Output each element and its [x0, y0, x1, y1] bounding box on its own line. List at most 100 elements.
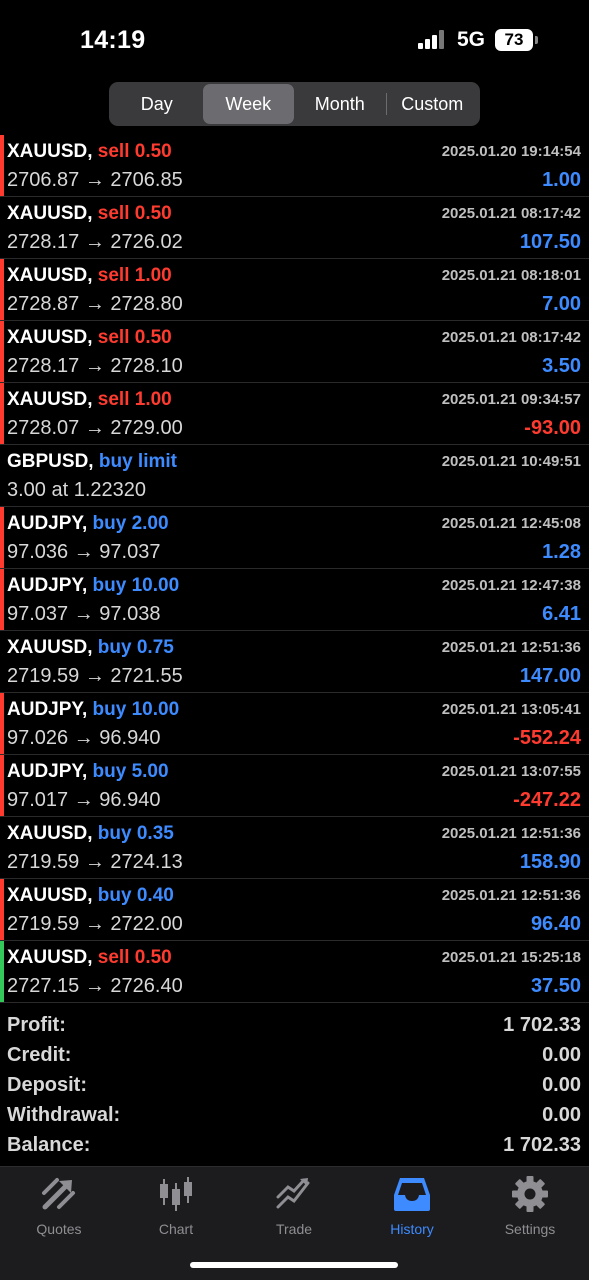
summary-value: 0.00: [542, 1074, 581, 1096]
deal-symbol: XAUUSD,: [7, 637, 93, 658]
deal-row[interactable]: XAUUSD, sell 0.50 2728.17 → 2726.02 2025.0…: [0, 197, 589, 259]
deal-status-bar: [0, 259, 4, 320]
deal-symbol: XAUUSD,: [7, 389, 93, 410]
battery-icon: 73: [495, 29, 533, 51]
network-type: 5G: [457, 28, 486, 51]
period-selector: Day Week Month Custom: [109, 82, 480, 126]
deal-action: sell 0.50: [97, 141, 172, 162]
deal-symbol: AUDJPY,: [7, 513, 88, 534]
deal-row[interactable]: XAUUSD, buy 0.75 2719.59 → 2721.55 2025.01…: [0, 631, 589, 693]
deal-action: buy 0.40: [97, 885, 174, 906]
deal-datetime: 2025.01.21 12:51:36: [441, 825, 581, 842]
deal-symbol-line: AUDJPY, buy 10.00: [7, 699, 179, 721]
deal-row[interactable]: AUDJPY, buy 5.00 97.017 → 96.940 2025.01.2…: [0, 755, 589, 817]
deal-symbol: AUDJPY,: [7, 575, 88, 596]
deal-status-bar: [0, 321, 4, 382]
deal-row[interactable]: XAUUSD, sell 1.00 2728.87 → 2728.80 2025.0…: [0, 259, 589, 321]
deal-datetime: 2025.01.20 19:14:54: [441, 143, 581, 160]
deal-result: 7.00: [542, 293, 581, 315]
deal-row[interactable]: XAUUSD, sell 1.00 2728.07 → 2729.00 2025.0…: [0, 383, 589, 445]
summary-label: Credit:: [7, 1044, 72, 1066]
deal-row[interactable]: XAUUSD, buy 0.40 2719.59 → 2722.00 2025.01…: [0, 879, 589, 941]
deal-result: 96.40: [530, 913, 581, 935]
deal-status-bar: [0, 941, 4, 1002]
home-indicator: [190, 1262, 398, 1268]
deal-datetime: 2025.01.21 08:17:42: [441, 205, 581, 222]
tab-week[interactable]: Week: [202, 84, 294, 124]
deal-prices: 2706.87 → 2706.85: [7, 169, 183, 191]
tab-settings[interactable]: Settings: [471, 1175, 589, 1237]
tab-day[interactable]: Day: [111, 84, 203, 124]
deal-prices: 2728.17 → 2728.10: [7, 355, 183, 377]
deal-list: XAUUSD, sell 0.50 2706.87 → 2706.85 2025.0…: [0, 135, 589, 1003]
deal-result: 6.41: [542, 603, 581, 625]
tab-chart-label: Chart: [158, 1221, 194, 1237]
deal-action: sell 1.00: [97, 389, 172, 410]
tab-trade[interactable]: Trade: [235, 1175, 353, 1237]
tab-quotes[interactable]: Quotes: [0, 1175, 118, 1237]
tab-history[interactable]: History: [353, 1175, 471, 1237]
deal-datetime: 2025.01.21 12:51:36: [441, 887, 581, 904]
deal-row[interactable]: GBPUSD, buy limit 3.00 at 1.22320 2025.01.…: [0, 445, 589, 507]
deal-result: 107.50: [519, 231, 581, 253]
deal-status-bar: [0, 631, 4, 692]
deal-prices: 97.037 → 97.038: [7, 603, 161, 625]
deal-action: buy 10.00: [92, 575, 180, 596]
deal-symbol-line: XAUUSD, sell 0.50: [7, 327, 172, 349]
quotes-icon: [42, 1178, 75, 1210]
summary-row: Credit: 0.00: [0, 1040, 589, 1070]
deal-status-bar: [0, 383, 4, 444]
deal-symbol-line: XAUUSD, sell 0.50: [7, 947, 172, 969]
deal-prices: 97.026 → 96.940: [7, 727, 161, 749]
deal-action: buy 2.00: [92, 513, 169, 534]
deal-symbol-line: XAUUSD, sell 0.50: [7, 141, 172, 163]
status-bar: 14:19 5G 73: [0, 0, 589, 78]
summary-label: Profit:: [7, 1014, 66, 1036]
deal-status-bar: [0, 507, 4, 568]
history-icon: [394, 1178, 430, 1211]
deal-result: -552.24: [513, 727, 581, 749]
tab-quotes-label: Quotes: [36, 1221, 82, 1237]
deal-datetime: 2025.01.21 13:07:55: [441, 763, 581, 780]
deal-symbol-line: GBPUSD, buy limit: [7, 451, 177, 473]
deal-symbol: XAUUSD,: [7, 947, 93, 968]
deal-row[interactable]: AUDJPY, buy 2.00 97.036 → 97.037 2025.01.2…: [0, 507, 589, 569]
trade-icon: [276, 1178, 310, 1209]
deal-prices: 2727.15 → 2726.40: [7, 975, 183, 997]
deal-status-bar: [0, 817, 4, 878]
deal-result: -93.00: [524, 417, 581, 439]
summary-row: Deposit: 0.00: [0, 1070, 589, 1100]
deal-row[interactable]: XAUUSD, buy 0.35 2719.59 → 2724.13 2025.01…: [0, 817, 589, 879]
deal-prices: 2728.07 → 2729.00: [7, 417, 183, 439]
deal-prices: 2719.59 → 2724.13: [7, 851, 183, 873]
deal-result: 147.00: [519, 665, 581, 687]
deal-symbol: XAUUSD,: [7, 885, 93, 906]
deal-datetime: 2025.01.21 08:18:01: [441, 267, 581, 284]
deal-prices: 2728.17 → 2726.02: [7, 231, 183, 253]
deal-result: 1.28: [542, 541, 581, 563]
deal-row[interactable]: XAUUSD, sell 0.50 2727.15 → 2726.40 2025.0…: [0, 941, 589, 1003]
tab-trade-label: Trade: [275, 1221, 313, 1237]
deal-row[interactable]: XAUUSD, sell 0.50 2728.17 → 2728.10 2025.0…: [0, 321, 589, 383]
deal-datetime: 2025.01.21 12:51:36: [441, 639, 581, 656]
summary-label: Balance:: [7, 1134, 91, 1156]
deal-prices: 2728.87 → 2728.80: [7, 293, 183, 315]
deal-row[interactable]: AUDJPY, buy 10.00 97.037 → 97.038 2025.01.…: [0, 569, 589, 631]
deal-result: 158.90: [519, 851, 581, 873]
deal-symbol: XAUUSD,: [7, 141, 93, 162]
deal-symbol-line: AUDJPY, buy 2.00: [7, 513, 169, 535]
deal-status-bar: [0, 197, 4, 258]
summary-row: Balance: 1 702.33: [0, 1130, 589, 1160]
deal-row[interactable]: XAUUSD, sell 0.50 2706.87 → 2706.85 2025.0…: [0, 135, 589, 197]
deal-datetime: 2025.01.21 10:49:51: [441, 453, 581, 470]
battery-tip: [535, 36, 538, 44]
tab-custom[interactable]: Custom: [387, 84, 479, 124]
summary-label: Deposit:: [7, 1074, 87, 1096]
tab-chart[interactable]: Chart: [117, 1175, 235, 1237]
deal-result: 37.50: [530, 975, 581, 997]
tab-month[interactable]: Month: [294, 84, 386, 124]
deal-symbol: XAUUSD,: [7, 265, 93, 286]
deal-result: 3.50: [542, 355, 581, 377]
deal-row[interactable]: AUDJPY, buy 10.00 97.026 → 96.940 2025.01.…: [0, 693, 589, 755]
deal-prices: 3.00 at 1.22320: [7, 479, 147, 501]
